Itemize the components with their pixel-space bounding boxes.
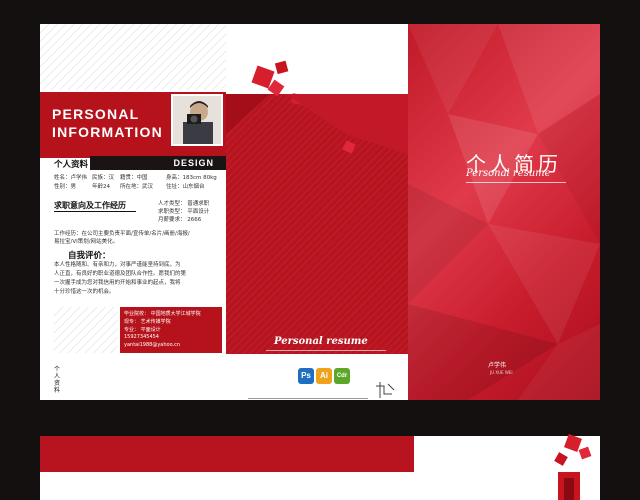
illustrator-icon: Ai — [316, 368, 332, 384]
info-location: 所在地：武汉 — [120, 184, 154, 190]
personal-header: 个人资料 — [54, 160, 89, 170]
job-salary: 月薪要求： 2666 — [158, 217, 202, 223]
job-header: 求职意向及工作经历 — [54, 201, 126, 210]
coreldraw-icon: Cdr — [334, 368, 350, 384]
design-label: DESIGN — [173, 158, 214, 168]
middle-title: Personal resume — [274, 336, 368, 347]
self-eval-line1: 本人性格随和、有亲和力，对事严谨能坚持到底，为 — [54, 262, 181, 268]
contact-box: 毕业院校： 中国地质大学江城学院 现专： 艺术传媒学院 专业： 平面设计 159… — [120, 307, 222, 353]
cover-panel: 个人简历 Personal resume 卢学伟 JU XUE WEI — [408, 24, 600, 400]
info-address: 住址：山东烟台 — [166, 184, 205, 190]
contact-phone: 15927345454 — [124, 334, 159, 340]
contact-college: 现专： 艺术传媒学院 — [124, 319, 171, 325]
self-eval-header: 自我评价： — [68, 251, 111, 261]
divider — [54, 211, 136, 212]
cover-subtitle: Personal resume — [466, 168, 551, 179]
polygon-pattern — [408, 24, 600, 400]
info-age: 年龄24 — [92, 184, 110, 190]
contact-school: 毕业院校： 中国地质大学江城学院 — [124, 311, 201, 317]
work-experience-line1: 工作经历：在公司主要负责平面/宣传单/名片/画册/海报/ — [54, 231, 190, 237]
signature-icon — [376, 382, 395, 398]
contact-major: 专业： 平面设计 — [124, 327, 161, 333]
cover-name: 卢学伟 — [488, 362, 507, 369]
banner-title-line2: INFORMATION — [52, 124, 163, 140]
info-ethnicity: 民族：汉 — [92, 175, 115, 181]
back-page-red-band — [40, 436, 414, 472]
work-experience-line2: 易拉宝/VI策划/网站美化。 — [54, 239, 119, 245]
hatch-pattern — [40, 24, 226, 90]
job-target: 求职类型： 平面设计 — [158, 209, 210, 215]
info-height: 身高：183cm 80kg — [166, 175, 217, 181]
info-gender: 性别：男 — [54, 184, 77, 190]
banner-title-line1: PERSONAL — [52, 106, 140, 122]
job-type: 人才类型： 普通求职 — [158, 201, 210, 207]
contact-email: yantai1988@yahoo.cn — [124, 342, 181, 348]
profile-photo — [171, 94, 223, 146]
divider — [466, 182, 566, 183]
divider — [266, 350, 386, 351]
cube-decoration-icon — [554, 434, 592, 500]
hatch-pattern — [54, 307, 118, 353]
design-bar: DESIGN — [90, 156, 226, 170]
self-eval-line4: 十分珍惜这一次的机会。 — [54, 289, 115, 295]
left-panel: PERSONAL INFORMATION 个人资料 DESIGN 姓名：卢学伟 … — [40, 24, 226, 400]
middle-panel: Personal resume Ps Ai Cdr — [226, 24, 408, 400]
cover-name-en: JU XUE WEI — [490, 370, 513, 375]
cube-decoration-icon — [226, 60, 408, 154]
info-name: 姓名：卢学伟 — [54, 175, 88, 181]
photoshop-icon: Ps — [298, 368, 314, 384]
info-table: 姓名：卢学伟 民族：汉 籍贯：中国 身高：183cm 80kg 性别：男 年龄2… — [54, 175, 224, 193]
vertical-label: 个人资料 — [54, 366, 61, 394]
info-origin: 籍贯：中国 — [120, 175, 148, 181]
divider — [248, 398, 368, 399]
person-with-camera-icon — [173, 96, 221, 144]
self-eval-line3: 一次握手成为您对我信用的开始和事业的起点，我将 — [54, 280, 181, 286]
self-eval-line2: 人正直，有良好的职业道德及团队合作性。愿我们的第 — [54, 271, 187, 277]
